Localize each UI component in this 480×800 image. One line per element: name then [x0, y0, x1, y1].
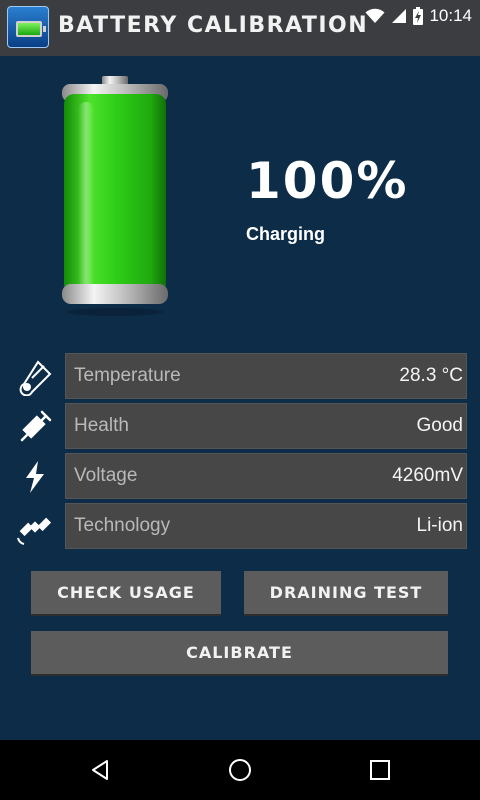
- app-bar: Battery Calibration 10:14: [0, 0, 480, 56]
- stat-label: Temperature: [74, 365, 181, 386]
- signal-icon: [392, 9, 407, 23]
- status-bar: 10:14: [365, 4, 472, 28]
- check-usage-button[interactable]: Check Usage: [31, 571, 221, 616]
- back-icon[interactable]: [84, 754, 116, 786]
- stat-value: Good: [416, 415, 463, 436]
- satellite-icon: [16, 508, 54, 546]
- syringe-icon: [16, 408, 54, 446]
- status-time: 10:14: [429, 6, 472, 25]
- stat-label: Voltage: [74, 465, 138, 486]
- home-icon[interactable]: [224, 754, 256, 786]
- battery-level-graphic: [58, 76, 172, 316]
- stat-row-voltage: Voltage 4260mV: [65, 453, 467, 499]
- stat-row-health: Health Good: [65, 403, 467, 449]
- battery-charging-icon: [413, 7, 424, 25]
- draining-test-button[interactable]: Draining Test: [244, 571, 448, 616]
- system-nav-bar: [0, 740, 480, 800]
- thermometer-icon: [16, 358, 54, 397]
- stat-row-technology: Technology Li-ion: [65, 503, 467, 549]
- stat-value: 28.3 °C: [399, 365, 463, 386]
- stat-value: Li-ion: [416, 515, 463, 536]
- charging-status: Charging: [246, 224, 325, 244]
- app-title: Battery Calibration: [58, 13, 369, 38]
- lightning-icon: [16, 458, 54, 496]
- wifi-icon: [365, 8, 385, 23]
- app-logo-icon[interactable]: [7, 6, 49, 48]
- calibrate-button[interactable]: Calibrate: [31, 631, 448, 676]
- battery-percentage: 100%: [246, 152, 409, 210]
- stat-value: 4260mV: [392, 465, 463, 486]
- stat-label: Health: [74, 415, 129, 436]
- stat-label: Technology: [74, 515, 171, 536]
- recents-icon[interactable]: [364, 754, 396, 786]
- stat-row-temperature: Temperature 28.3 °C: [65, 353, 467, 399]
